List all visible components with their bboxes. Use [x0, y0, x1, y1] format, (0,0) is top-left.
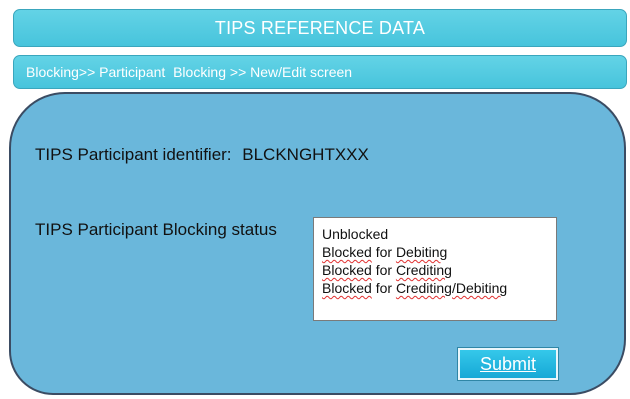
form-panel: TIPS Participant identifier: BLCKNGHTXXX… — [9, 92, 626, 395]
status-option-text: Crediting/Debiting — [395, 280, 508, 296]
status-option-text: Unblocked — [322, 226, 389, 242]
status-option-text: for — [371, 280, 396, 296]
page-title: TIPS REFERENCE DATA — [214, 17, 426, 38]
status-option-text: Debiting — [395, 244, 448, 260]
status-option[interactable]: Unblocked — [322, 225, 548, 243]
status-option-text: Blocked — [322, 244, 372, 260]
identifier-row: TIPS Participant identifier: BLCKNGHTXXX — [35, 145, 369, 165]
identifier-value: BLCKNGHTXXX — [242, 145, 369, 164]
status-option-text: Blocked — [322, 262, 372, 278]
status-option-text: for — [371, 244, 396, 260]
breadcrumb: Blocking>> Participant Blocking >> New/E… — [26, 64, 353, 80]
breadcrumb-bar: Blocking>> Participant Blocking >> New/E… — [13, 55, 627, 89]
status-option[interactable]: Blocked for Debiting — [322, 243, 548, 261]
blocking-status-listbox[interactable]: Unblocked Blocked for Debiting Blocked for… — [313, 217, 557, 321]
status-option[interactable]: Blocked for Crediting/Debiting — [322, 279, 548, 297]
status-option-text: Blocked — [322, 280, 372, 296]
page-title-bar: TIPS REFERENCE DATA — [13, 9, 627, 47]
status-option-text: for — [371, 262, 396, 278]
status-option[interactable]: Blocked for Crediting — [322, 261, 548, 279]
blocking-status-label: TIPS Participant Blocking status — [35, 220, 277, 239]
submit-button[interactable]: Submit — [457, 347, 559, 381]
status-option-text: Crediting — [395, 262, 452, 278]
identifier-label: TIPS Participant identifier: — [35, 145, 232, 164]
